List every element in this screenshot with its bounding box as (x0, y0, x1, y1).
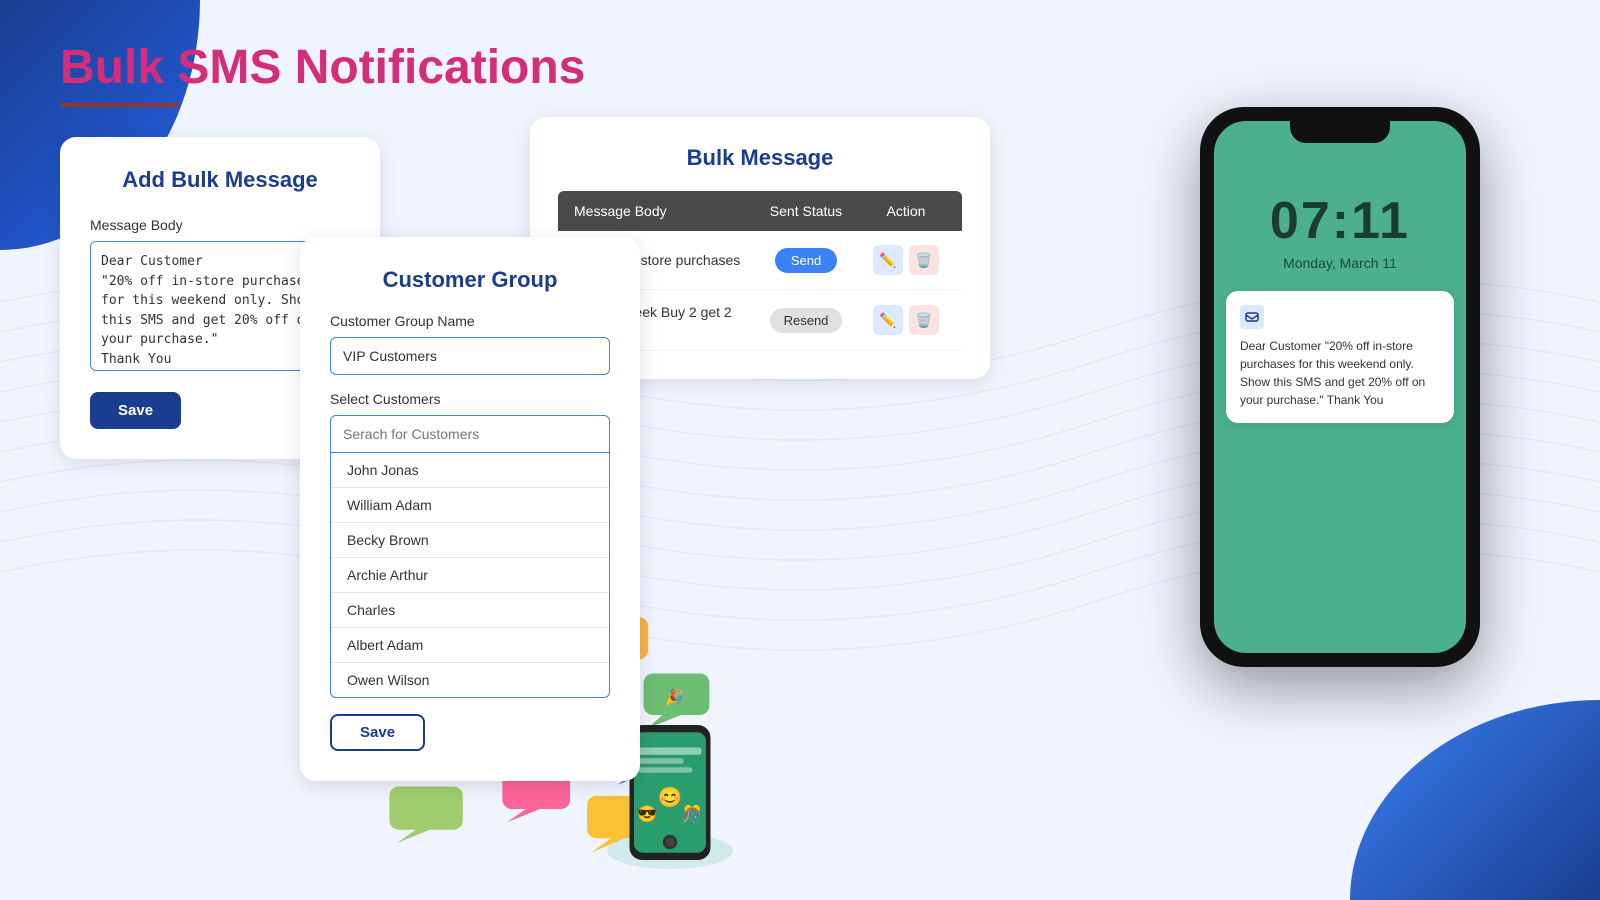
customer-list-item[interactable]: John Jonas (331, 453, 609, 488)
phone-outer: 07:11 Monday, March 11 Dear Customer "20… (1200, 107, 1480, 667)
customer-search-input[interactable] (330, 415, 610, 453)
phone-mockup: 07:11 Monday, March 11 Dear Customer "20… (1200, 107, 1480, 667)
edit-button[interactable]: ✏️ (873, 305, 903, 335)
customer-group-save-button[interactable]: Save (330, 714, 425, 751)
send-button[interactable]: Send (775, 248, 837, 273)
phone-message-bubble: Dear Customer "20% off in-store purchase… (1226, 291, 1454, 423)
add-bulk-title: Add Bulk Message (90, 167, 350, 193)
main-layout: Add Bulk Message Message Body Dear Custo… (60, 137, 1540, 459)
phone-message-text: Dear Customer "20% off in-store purchase… (1240, 337, 1440, 409)
phone-time: 07:11 (1270, 191, 1410, 251)
edit-button[interactable]: ✏️ (873, 245, 903, 275)
col-sent-status-header: Sent Status (746, 203, 866, 219)
group-name-label: Customer Group Name (330, 313, 610, 329)
add-bulk-save-button[interactable]: Save (90, 392, 181, 429)
delete-button[interactable]: 🗑️ (909, 305, 939, 335)
customer-group-card: Customer Group Customer Group Name Selec… (300, 237, 640, 781)
customer-list-item[interactable]: William Adam (331, 488, 609, 523)
message-body-label: Message Body (90, 217, 350, 233)
action-cell: ✏️ 🗑️ (866, 245, 946, 275)
group-name-input[interactable] (330, 337, 610, 375)
bulk-message-title: Bulk Message (558, 145, 962, 171)
resend-button[interactable]: Resend (770, 308, 843, 333)
customer-list: John Jonas William Adam Becky Brown Arch… (330, 453, 610, 698)
table-header: Message Body Sent Status Action (558, 191, 962, 231)
status-cell: Send (746, 248, 866, 273)
customer-list-item[interactable]: Albert Adam (331, 628, 609, 663)
title-underline (60, 103, 180, 107)
action-icons: ✏️ 🗑️ (866, 245, 946, 275)
customer-list-item[interactable]: Becky Brown (331, 523, 609, 558)
status-cell: Resend (746, 308, 866, 333)
col-action-header: Action (866, 203, 946, 219)
action-cell: ✏️ 🗑️ (866, 305, 946, 335)
phone-date: Monday, March 11 (1283, 255, 1397, 271)
delete-button[interactable]: 🗑️ (909, 245, 939, 275)
customer-list-item[interactable]: Archie Arthur (331, 558, 609, 593)
customer-list-item[interactable]: Owen Wilson (331, 663, 609, 697)
select-customers-label: Select Customers (330, 391, 610, 407)
customer-group-title: Customer Group (330, 267, 610, 293)
main-content: Bulk SMS Notifications Add Bulk Message … (0, 0, 1600, 900)
phone-notch (1290, 121, 1390, 143)
action-icons: ✏️ 🗑️ (866, 305, 946, 335)
customer-list-item[interactable]: Charles (331, 593, 609, 628)
phone-screen: 07:11 Monday, March 11 Dear Customer "20… (1214, 121, 1466, 653)
col-message-body-header: Message Body (574, 203, 746, 219)
page-title: Bulk SMS Notifications (60, 40, 1540, 95)
phone-sender-icon (1240, 305, 1264, 329)
